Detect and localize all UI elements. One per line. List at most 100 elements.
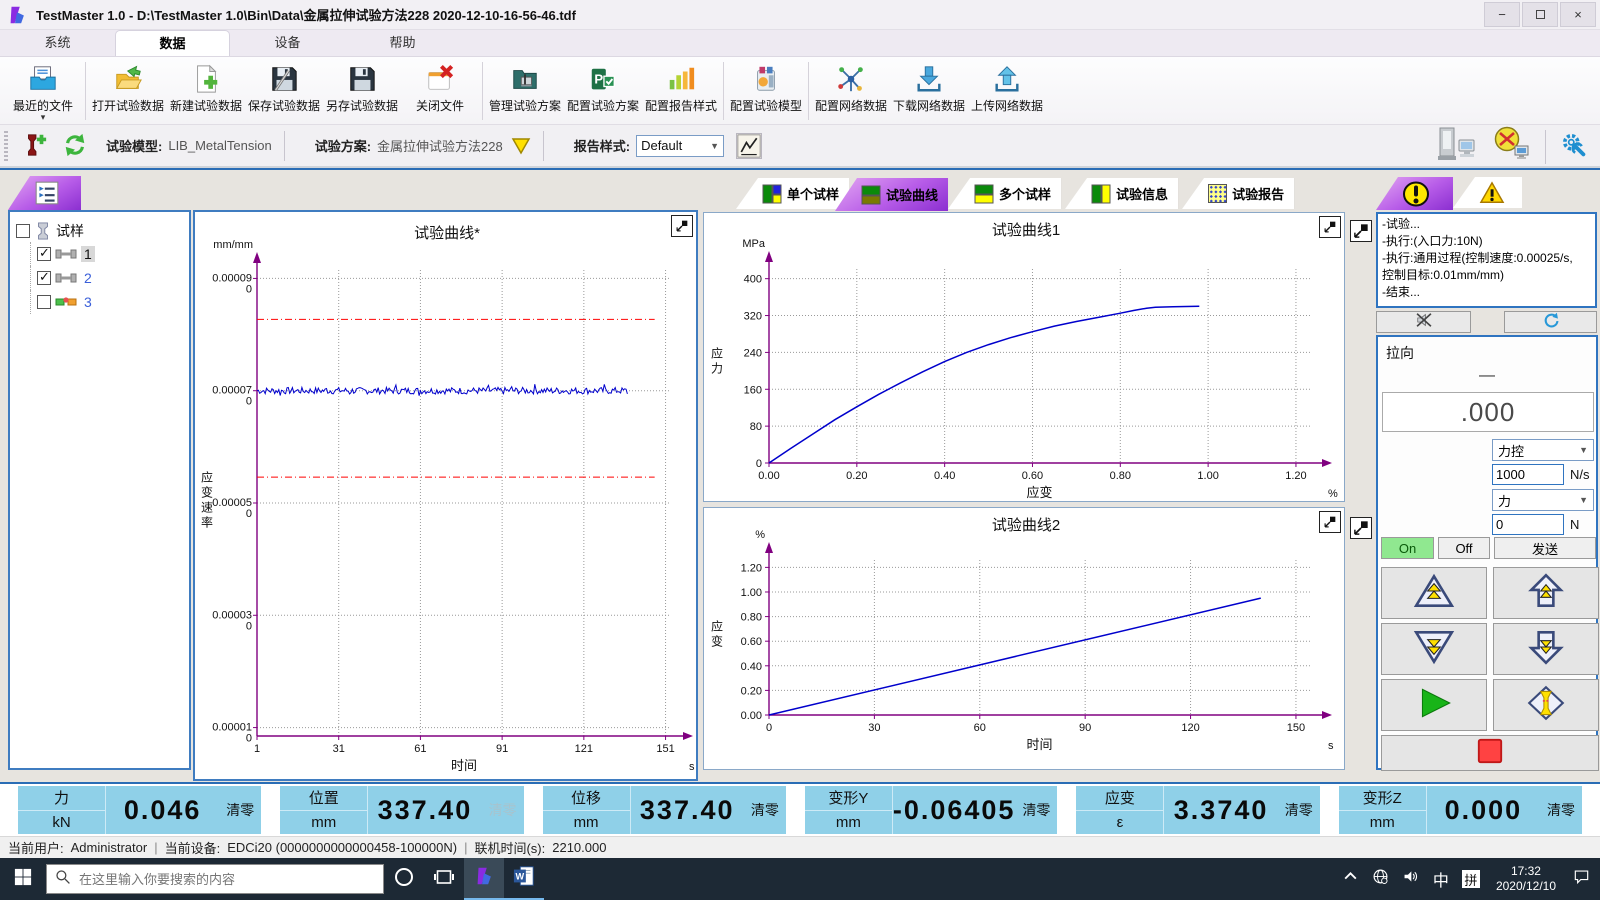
offline-status-icon[interactable] <box>1493 126 1531 167</box>
upload-network-button[interactable]: 上传网络数据 <box>968 60 1046 122</box>
measurement-name: 力 <box>18 786 105 811</box>
taskbar-word-app[interactable]: W <box>504 858 544 900</box>
report-style-select[interactable]: Default▼ <box>636 135 724 157</box>
toolbar-separator <box>723 62 724 120</box>
recent-files-button[interactable]: 最近的文件 ▾ <box>4 60 82 122</box>
checkbox[interactable] <box>37 247 51 261</box>
volume-tray-button[interactable] <box>1398 858 1424 900</box>
taskbar-clock[interactable]: 17:32 2020/12/10 <box>1488 864 1564 894</box>
send-button[interactable]: 发送 <box>1494 537 1596 559</box>
download-network-button[interactable]: 下载网络数据 <box>890 60 968 122</box>
tree-root[interactable]: 试样 <box>16 220 183 242</box>
close-file-icon <box>424 63 456 95</box>
tree-item-1[interactable]: 1 <box>30 242 183 266</box>
tab-specimen-list[interactable] <box>8 176 81 210</box>
ime-language-button[interactable]: 中 <box>1428 858 1454 900</box>
main-toolbar: 最近的文件 ▾ 打开试验数据 新建试验数据 保存试验数据 另存试验数据 关闭文件… <box>0 57 1600 125</box>
taskbar-testmaster-app[interactable] <box>464 858 504 900</box>
on-button[interactable]: On <box>1381 537 1434 559</box>
menu-help[interactable]: 帮助 <box>345 30 460 56</box>
run-test-button[interactable] <box>1381 679 1487 731</box>
jog-up-fast-button[interactable] <box>1381 567 1487 619</box>
save-as-button[interactable]: 另存试验数据 <box>323 60 401 122</box>
target-type-select[interactable]: 力▼ <box>1492 489 1594 511</box>
device-label: 当前设备: <box>165 838 221 857</box>
report-style-button[interactable]: 配置报告样式 <box>642 60 720 122</box>
minimize-button[interactable]: − <box>1484 2 1520 27</box>
mute-log-button[interactable] <box>1376 311 1471 333</box>
clamp-button[interactable] <box>1493 679 1599 731</box>
scheme-dropdown-icon[interactable] <box>511 136 531 156</box>
tree-item-2[interactable]: 2 <box>30 266 183 290</box>
search-input[interactable] <box>79 872 375 887</box>
clear-button[interactable]: 清零 <box>744 786 786 834</box>
close-file-button[interactable]: 关闭文件 <box>401 60 479 122</box>
clear-button[interactable]: 清零 <box>1015 786 1057 834</box>
tab-test-log[interactable] <box>1376 177 1453 210</box>
ime-mode-button[interactable]: 拼 <box>1458 858 1484 900</box>
chart-pin-button[interactable] <box>1319 511 1341 533</box>
measurement-bar: 力kN 0.046 清零 位置mm 337.40 清零 位移mm 337.40 … <box>0 784 1600 836</box>
stop-button[interactable] <box>1381 735 1599 771</box>
svg-text:s: s <box>689 761 695 773</box>
jog-down-button[interactable] <box>1493 623 1599 675</box>
tab-test-report[interactable]: 试验报告 <box>1182 178 1294 209</box>
clear-button[interactable]: 清零 <box>1540 786 1582 834</box>
settings-gear-icon[interactable] <box>1560 131 1586 162</box>
tree-item-3[interactable]: 3 <box>30 290 183 314</box>
menu-data[interactable]: 数据 <box>115 30 230 56</box>
start-button[interactable] <box>0 858 46 900</box>
checkbox[interactable] <box>37 271 51 285</box>
jog-up-button[interactable] <box>1493 567 1599 619</box>
clear-button[interactable]: 清零 <box>482 786 524 834</box>
menu-system[interactable]: 系统 <box>0 30 115 56</box>
panel-pin-button[interactable] <box>1350 220 1372 242</box>
svg-text:31: 31 <box>333 743 345 755</box>
off-button[interactable]: Off <box>1438 537 1490 559</box>
config-model-button[interactable]: 配置试验模型 <box>727 60 805 122</box>
model-value: LIB_MetalTension <box>168 138 271 153</box>
testmaster-icon <box>473 865 495 892</box>
tab-warnings[interactable] <box>1453 177 1522 208</box>
notification-button[interactable] <box>1568 858 1594 900</box>
cortana-button[interactable] <box>384 858 424 900</box>
menu-device[interactable]: 设备 <box>230 30 345 56</box>
toolbar-grip[interactable] <box>4 131 8 161</box>
network-tray-button[interactable] <box>1368 858 1394 900</box>
save-data-button[interactable]: 保存试验数据 <box>245 60 323 122</box>
config-network-button[interactable]: 配置网络数据 <box>812 60 890 122</box>
refresh-log-button[interactable] <box>1504 311 1597 333</box>
panel-pin-button[interactable] <box>1350 517 1372 539</box>
test-log: -试验... -执行:(入口力:10N) -执行:通用过程(控制速度:0.000… <box>1376 212 1597 308</box>
checkbox[interactable] <box>16 224 30 238</box>
tab-test-curve[interactable]: 试验曲线 <box>835 178 948 211</box>
rate-input[interactable] <box>1492 464 1564 485</box>
close-button[interactable]: × <box>1560 2 1596 27</box>
jog-down-fast-button[interactable] <box>1381 623 1487 675</box>
clear-button[interactable]: 清零 <box>1278 786 1320 834</box>
manage-scheme-button[interactable]: 管理试验方案 <box>486 60 564 122</box>
taskbar-search[interactable] <box>46 864 384 894</box>
chart-pin-button[interactable] <box>671 215 693 237</box>
tray-expand-button[interactable] <box>1338 858 1364 900</box>
control-mode-select[interactable]: 力控▼ <box>1492 439 1594 461</box>
scheme-value: 金属拉伸试验方法228 <box>377 136 503 155</box>
new-specimen-icon[interactable] <box>22 132 48 160</box>
chart-pin-button[interactable] <box>1319 216 1341 238</box>
clear-button[interactable]: 清零 <box>219 786 261 834</box>
refresh-icon[interactable] <box>62 132 88 160</box>
curve-preview-button[interactable] <box>736 133 762 159</box>
tab-multi-specimen[interactable]: 多个试样 <box>948 178 1061 209</box>
open-data-button[interactable]: 打开试验数据 <box>89 60 167 122</box>
tab-test-info[interactable]: 试验信息 <box>1065 178 1178 209</box>
config-scheme-button[interactable]: P 配置试验方案 <box>564 60 642 122</box>
tab-single-specimen[interactable]: 单个试样 <box>736 178 849 209</box>
target-input[interactable] <box>1492 514 1564 535</box>
checkbox[interactable] <box>37 295 51 309</box>
svg-text:0: 0 <box>756 458 762 470</box>
machine-status-icon[interactable] <box>1435 126 1479 167</box>
new-data-button[interactable]: 新建试验数据 <box>167 60 245 122</box>
recent-files-icon <box>27 63 59 95</box>
task-view-button[interactable] <box>424 858 464 900</box>
maximize-button[interactable] <box>1522 2 1558 27</box>
